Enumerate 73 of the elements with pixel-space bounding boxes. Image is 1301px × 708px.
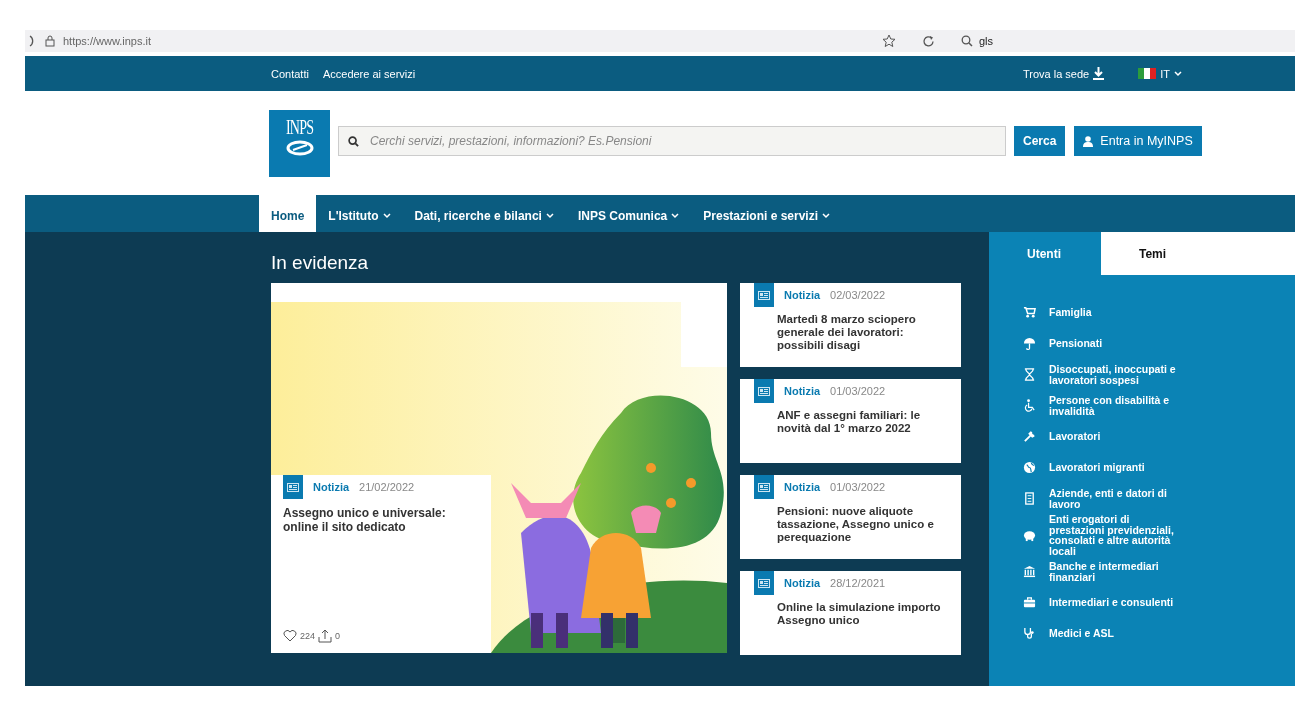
news-category[interactable]: Notizia	[784, 289, 821, 301]
share-icon	[318, 629, 333, 643]
news-date: 01/03/2022	[830, 481, 886, 493]
news-headline[interactable]: Assegno unico e universale: online il sito dedicato	[283, 507, 479, 535]
star-icon	[882, 34, 896, 48]
nav-tab[interactable]: Home	[259, 195, 317, 232]
address-bar-url[interactable]: https://www.inps.it	[63, 35, 152, 47]
category-link[interactable]: Persone con disabilità e invalidità	[1049, 395, 1185, 416]
news-category[interactable]: Notizia	[784, 577, 821, 589]
chevron-down-icon	[1174, 70, 1182, 77]
section-title: In evidenza	[271, 252, 370, 274]
newspaper-icon	[758, 482, 770, 492]
search-icon	[348, 136, 359, 147]
newspaper-icon	[758, 386, 770, 396]
stethoscope-icon	[1022, 627, 1036, 640]
nav-tab[interactable]: Dati, ricerche e bilanci	[402, 195, 566, 232]
italian-flag-icon	[1138, 68, 1157, 79]
umbrella-icon	[1022, 337, 1036, 350]
newspaper-icon	[287, 482, 299, 492]
find-office-link[interactable]: Trova la sede	[1022, 67, 1105, 80]
news-date: 01/03/2022	[830, 385, 886, 397]
news-category[interactable]: Notizia	[784, 481, 821, 493]
news-category[interactable]: Notizia	[313, 481, 350, 493]
wheelchair-icon	[1022, 399, 1036, 412]
search-field[interactable]: Cerchi servizi, prestazioni, informazioni? Es.Pensioni	[338, 126, 1006, 156]
news-headline[interactable]: Online la simulazione importo Assegno unico	[777, 601, 953, 628]
user-icon	[1083, 135, 1094, 147]
browser-search-text[interactable]: gls	[979, 35, 994, 47]
category-link[interactable]: Medici e ASL	[1049, 628, 1185, 639]
nav-tab[interactable]: L'Istituto	[316, 195, 403, 232]
category-link[interactable]: Aziende, enti e datori di lavoro	[1049, 488, 1185, 509]
news-card[interactable]: Notizia 01/03/2022 Pensioni: nuove aliquote tassazione, Assegno unico e perequazione	[740, 475, 961, 559]
news-card[interactable]: Notizia 21/02/2022 Assegno unico e universale: online il sito dedicato 224 0	[271, 475, 491, 653]
news-headline[interactable]: Martedì 8 marzo sciopero generale dei lavoratori: possibili disagi	[777, 313, 953, 353]
lock-icon	[45, 35, 55, 47]
news-headline[interactable]: Pensioni: nuove aliquote tassazione, Assegno unico e perequazione	[777, 505, 953, 545]
newspaper-icon	[758, 578, 770, 588]
globe-icon	[1022, 461, 1036, 474]
category-link[interactable]: Disoccupati, inoccupati e lavoratori sospesi	[1049, 364, 1185, 385]
top-link[interactable]: Accedere ai servizi	[322, 67, 416, 80]
inps-logo[interactable]: INPS	[269, 109, 330, 177]
like-count: 224	[300, 631, 316, 641]
nav-tab[interactable]: Prestazioni e servizi	[691, 195, 842, 232]
category-link[interactable]: Lavoratori	[1049, 431, 1185, 442]
category-link[interactable]: Famiglia	[1049, 307, 1185, 318]
newspaper-icon	[758, 290, 770, 300]
news-headline[interactable]: ANF e assegni familiari: le novità dal 1° marzo 2022	[777, 409, 953, 436]
download-icon	[1093, 67, 1105, 80]
news-date: 28/12/2021	[830, 577, 886, 589]
category-link[interactable]: Banche e intermediari finanziari	[1049, 561, 1185, 582]
news-card[interactable]: Notizia 02/03/2022 Martedì 8 marzo sciopero generale dei lavoratori: possibili disagi	[740, 283, 961, 367]
category-link[interactable]: Lavoratori migranti	[1049, 462, 1185, 473]
share-count: 0	[335, 631, 341, 641]
search-button[interactable]: Cerca	[1014, 126, 1066, 156]
heart-icon	[283, 630, 297, 642]
category-link[interactable]: Intermediari e consulenti	[1049, 597, 1185, 608]
nav-tab[interactable]: INPS Comunica	[565, 195, 692, 232]
news-date: 02/03/2022	[830, 289, 886, 301]
news-date: 21/02/2022	[359, 481, 415, 493]
language-selector[interactable]: IT	[1138, 67, 1182, 80]
building-icon	[1022, 492, 1036, 505]
news-card[interactable]: Notizia 28/12/2021 Online la simulazione importo Assegno unico	[740, 571, 961, 655]
category-tab[interactable]: Temi	[1101, 232, 1295, 275]
login-button[interactable]: Entra in MyINPS	[1074, 126, 1202, 156]
search-icon	[961, 35, 973, 47]
category-link[interactable]: Enti erogatori di prestazioni previdenziali, consolati e altre autorità locali	[1049, 514, 1185, 556]
bank-icon	[1022, 565, 1036, 578]
hourglass-icon	[1022, 368, 1036, 381]
briefcase-icon	[1022, 596, 1036, 609]
category-link[interactable]: Pensionati	[1049, 338, 1185, 349]
top-link[interactable]: Contatti	[271, 67, 309, 80]
news-card[interactable]: Notizia 01/03/2022 ANF e assegni familiari: le novità dal 1° marzo 2022	[740, 379, 961, 463]
news-category[interactable]: Notizia	[784, 385, 821, 397]
